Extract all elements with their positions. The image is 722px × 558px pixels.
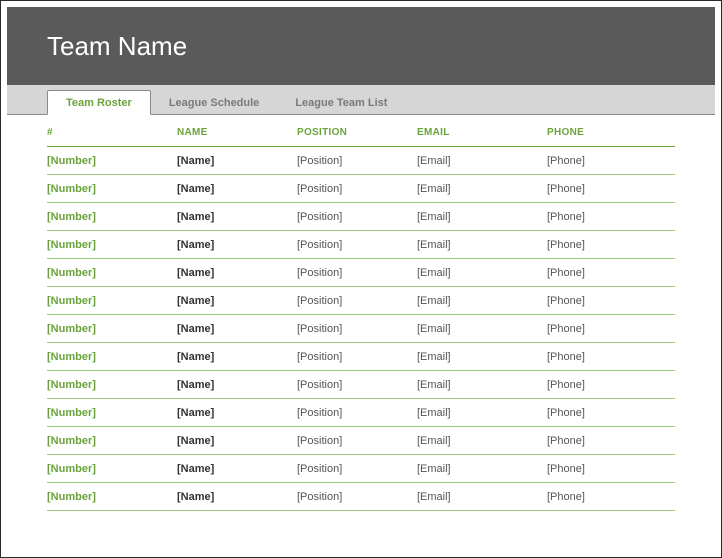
cell-email: [Email]: [417, 295, 547, 307]
cell-name: [Name]: [177, 491, 297, 503]
cell-name: [Name]: [177, 267, 297, 279]
cell-email: [Email]: [417, 239, 547, 251]
cell-number: [Number]: [47, 267, 177, 279]
cell-email: [Email]: [417, 323, 547, 335]
col-header-position: POSITION: [297, 127, 417, 138]
table-row: [Number][Name][Position][Email][Phone]: [47, 455, 675, 483]
cell-position: [Position]: [297, 491, 417, 503]
cell-position: [Position]: [297, 407, 417, 419]
cell-email: [Email]: [417, 491, 547, 503]
tab-team-roster[interactable]: Team Roster: [47, 90, 151, 115]
table-row: [Number][Name][Position][Email][Phone]: [47, 427, 675, 455]
table-row: [Number][Name][Position][Email][Phone]: [47, 203, 675, 231]
col-header-email: EMAIL: [417, 127, 547, 138]
table-row: [Number][Name][Position][Email][Phone]: [47, 399, 675, 427]
cell-position: [Position]: [297, 351, 417, 363]
table-row: [Number][Name][Position][Email][Phone]: [47, 315, 675, 343]
cell-email: [Email]: [417, 407, 547, 419]
cell-position: [Position]: [297, 463, 417, 475]
cell-name: [Name]: [177, 295, 297, 307]
cell-name: [Name]: [177, 463, 297, 475]
table-row: [Number][Name][Position][Email][Phone]: [47, 343, 675, 371]
cell-number: [Number]: [47, 407, 177, 419]
table-row: [Number][Name][Position][Email][Phone]: [47, 231, 675, 259]
col-header-name: NAME: [177, 127, 297, 138]
cell-position: [Position]: [297, 295, 417, 307]
cell-name: [Name]: [177, 239, 297, 251]
cell-email: [Email]: [417, 463, 547, 475]
cell-number: [Number]: [47, 323, 177, 335]
cell-number: [Number]: [47, 463, 177, 475]
cell-name: [Name]: [177, 211, 297, 223]
cell-phone: [Phone]: [547, 379, 657, 391]
table-row: [Number][Name][Position][Email][Phone]: [47, 259, 675, 287]
cell-phone: [Phone]: [547, 295, 657, 307]
cell-phone: [Phone]: [547, 351, 657, 363]
table-header-row: # NAME POSITION EMAIL PHONE: [47, 115, 675, 147]
cell-position: [Position]: [297, 267, 417, 279]
col-header-phone: PHONE: [547, 127, 657, 138]
tab-league-team-list[interactable]: League Team List: [277, 91, 405, 114]
cell-name: [Name]: [177, 435, 297, 447]
page-title: Team Name: [47, 31, 187, 62]
cell-email: [Email]: [417, 351, 547, 363]
cell-phone: [Phone]: [547, 491, 657, 503]
cell-position: [Position]: [297, 435, 417, 447]
cell-phone: [Phone]: [547, 463, 657, 475]
cell-phone: [Phone]: [547, 435, 657, 447]
cell-email: [Email]: [417, 211, 547, 223]
cell-number: [Number]: [47, 183, 177, 195]
cell-name: [Name]: [177, 155, 297, 167]
tab-league-schedule[interactable]: League Schedule: [151, 91, 277, 114]
col-header-number: #: [47, 127, 177, 138]
cell-position: [Position]: [297, 211, 417, 223]
cell-number: [Number]: [47, 379, 177, 391]
cell-email: [Email]: [417, 155, 547, 167]
roster-table: # NAME POSITION EMAIL PHONE [Number][Nam…: [7, 115, 715, 511]
cell-phone: [Phone]: [547, 211, 657, 223]
cell-number: [Number]: [47, 295, 177, 307]
cell-phone: [Phone]: [547, 267, 657, 279]
cell-name: [Name]: [177, 351, 297, 363]
table-row: [Number][Name][Position][Email][Phone]: [47, 175, 675, 203]
table-row: [Number][Name][Position][Email][Phone]: [47, 147, 675, 175]
table-row: [Number][Name][Position][Email][Phone]: [47, 371, 675, 399]
cell-position: [Position]: [297, 155, 417, 167]
cell-number: [Number]: [47, 211, 177, 223]
cell-position: [Position]: [297, 323, 417, 335]
cell-phone: [Phone]: [547, 183, 657, 195]
cell-number: [Number]: [47, 239, 177, 251]
cell-name: [Name]: [177, 407, 297, 419]
cell-email: [Email]: [417, 183, 547, 195]
cell-name: [Name]: [177, 323, 297, 335]
cell-email: [Email]: [417, 267, 547, 279]
cell-number: [Number]: [47, 491, 177, 503]
tab-strip: Team Roster League Schedule League Team …: [7, 85, 715, 115]
cell-position: [Position]: [297, 183, 417, 195]
header-bar: Team Name: [7, 7, 715, 85]
cell-name: [Name]: [177, 379, 297, 391]
cell-name: [Name]: [177, 183, 297, 195]
cell-email: [Email]: [417, 379, 547, 391]
cell-phone: [Phone]: [547, 239, 657, 251]
cell-phone: [Phone]: [547, 323, 657, 335]
cell-number: [Number]: [47, 435, 177, 447]
cell-number: [Number]: [47, 351, 177, 363]
cell-email: [Email]: [417, 435, 547, 447]
cell-phone: [Phone]: [547, 407, 657, 419]
table-row: [Number][Name][Position][Email][Phone]: [47, 287, 675, 315]
table-row: [Number][Name][Position][Email][Phone]: [47, 483, 675, 511]
cell-position: [Position]: [297, 239, 417, 251]
cell-phone: [Phone]: [547, 155, 657, 167]
cell-number: [Number]: [47, 155, 177, 167]
cell-position: [Position]: [297, 379, 417, 391]
